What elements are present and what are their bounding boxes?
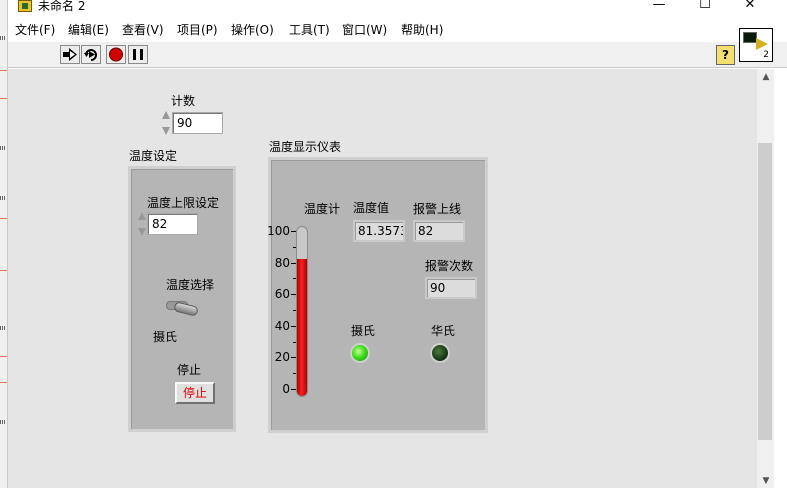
strip-marker bbox=[0, 382, 7, 383]
scroll-down-arrow-icon[interactable]: ▼ bbox=[759, 474, 773, 488]
celsius-led bbox=[350, 343, 370, 363]
stop-label: 停止 bbox=[177, 363, 202, 377]
increment-arrow-icon[interactable] bbox=[162, 111, 170, 119]
thermometer-tick bbox=[291, 325, 296, 327]
increment-arrow-icon[interactable] bbox=[138, 212, 146, 220]
thermometer-tick-label: 20 bbox=[274, 350, 290, 365]
strip-marker bbox=[0, 98, 7, 99]
strip-marker bbox=[0, 36, 6, 40]
window-right-edge bbox=[774, 69, 787, 488]
thermometer-tick bbox=[291, 294, 296, 296]
temp-unit-toggle-switch[interactable] bbox=[164, 296, 200, 318]
display-title: 温度显示仪表 bbox=[269, 140, 342, 154]
celsius-led-label: 摄氏 bbox=[351, 324, 376, 338]
menu-bar: 文件(F) 编辑(E) 查看(V) 项目(P) 操作(O) 工具(T) 窗口(W… bbox=[8, 20, 787, 41]
vi-icon-screen bbox=[743, 32, 757, 43]
menu-help[interactable]: 帮助(H) bbox=[401, 23, 443, 37]
strip-marker bbox=[0, 420, 6, 424]
menu-tools[interactable]: 工具(T) bbox=[289, 23, 330, 37]
strip-marker bbox=[0, 326, 6, 330]
strip-marker bbox=[0, 270, 7, 271]
menu-edit[interactable]: 编辑(E) bbox=[68, 23, 109, 37]
temp-value-indicator: 81.3573 bbox=[353, 220, 405, 242]
menu-window[interactable]: 窗口(W) bbox=[342, 23, 387, 37]
alarm-upper-label: 报警上线 bbox=[413, 202, 462, 216]
vi-icon-number: 2 bbox=[763, 50, 769, 60]
thermometer-tick bbox=[291, 357, 296, 359]
upper-limit-spinner[interactable] bbox=[137, 211, 147, 237]
vi-icon[interactable]: 2 bbox=[739, 28, 773, 62]
thermometer-tick bbox=[291, 262, 296, 264]
menu-view[interactable]: 查看(V) bbox=[122, 23, 164, 37]
thermometer-fill bbox=[297, 259, 307, 396]
thermometer-tick-label: 80 bbox=[274, 255, 290, 270]
toggle-lever[interactable] bbox=[173, 301, 199, 317]
run-continuously-icon[interactable] bbox=[81, 45, 101, 64]
menu-file[interactable]: 文件(F) bbox=[15, 23, 55, 37]
background-window-edge bbox=[0, 0, 8, 488]
strip-marker bbox=[0, 196, 6, 200]
labview-app-icon bbox=[18, 0, 32, 12]
stop-button[interactable]: 停止 bbox=[175, 382, 215, 404]
thermometer-minor-tick bbox=[293, 373, 296, 375]
thermometer-minor-tick bbox=[293, 341, 296, 343]
thermometer-tick-label: 0 bbox=[282, 382, 290, 396]
minimize-button[interactable]: — bbox=[636, 0, 682, 14]
fahrenheit-led bbox=[430, 343, 450, 363]
alarm-count-label: 报警次数 bbox=[425, 259, 474, 273]
thermometer-label: 温度计 bbox=[304, 202, 341, 216]
thermometer-minor-tick bbox=[293, 278, 296, 280]
thermometer-minor-tick bbox=[293, 246, 296, 248]
strip-marker bbox=[0, 218, 7, 219]
counter-label: 计数 bbox=[171, 94, 196, 108]
toolbar: ? 2 bbox=[8, 28, 787, 68]
counter-spinner[interactable] bbox=[161, 110, 171, 136]
counter-value[interactable]: 90 bbox=[172, 112, 223, 134]
abort-execution-icon[interactable] bbox=[106, 45, 126, 64]
menu-operate[interactable]: 操作(O) bbox=[231, 23, 274, 37]
thermometer-tick-label: 60 bbox=[274, 287, 290, 302]
context-help-button[interactable]: ? bbox=[716, 45, 735, 65]
fahrenheit-led-label: 华氏 bbox=[431, 324, 456, 338]
strip-marker bbox=[0, 356, 7, 357]
alarm-upper-indicator: 82 bbox=[413, 220, 465, 242]
upper-limit-input[interactable]: 82 bbox=[147, 213, 198, 235]
thermometer-tick bbox=[291, 389, 296, 390]
scroll-up-arrow-icon[interactable]: ▲ bbox=[759, 70, 773, 84]
thermometer bbox=[296, 226, 308, 397]
vi-icon-arrow bbox=[756, 38, 768, 50]
thermometer-minor-tick bbox=[293, 310, 296, 311]
temp-select-label: 温度选择 bbox=[166, 278, 215, 292]
temp-settings-title: 温度设定 bbox=[129, 149, 178, 163]
run-arrow-icon[interactable] bbox=[60, 45, 80, 64]
scrollbar-thumb[interactable] bbox=[758, 143, 772, 440]
window-title: 未命名 2 bbox=[38, 0, 86, 13]
menu-project[interactable]: 项目(P) bbox=[177, 23, 218, 37]
thermometer-tick-label: 40 bbox=[274, 318, 290, 333]
decrement-arrow-icon[interactable] bbox=[162, 127, 170, 135]
strip-marker bbox=[0, 146, 6, 150]
strip-marker bbox=[0, 70, 7, 71]
alarm-count-indicator: 90 bbox=[425, 277, 477, 299]
maximize-button[interactable]: ☐ bbox=[682, 0, 728, 14]
pause-icon[interactable] bbox=[128, 45, 148, 64]
temp-value-label: 温度值 bbox=[353, 201, 390, 215]
decrement-arrow-icon[interactable] bbox=[138, 228, 146, 236]
thermometer-tick bbox=[291, 231, 296, 232]
temp-unit-text: 摄氏 bbox=[153, 330, 178, 344]
close-button[interactable]: ✕ bbox=[727, 0, 773, 14]
thermometer-tick-label: 100 bbox=[267, 224, 290, 238]
upper-limit-label: 温度上限设定 bbox=[147, 196, 220, 210]
